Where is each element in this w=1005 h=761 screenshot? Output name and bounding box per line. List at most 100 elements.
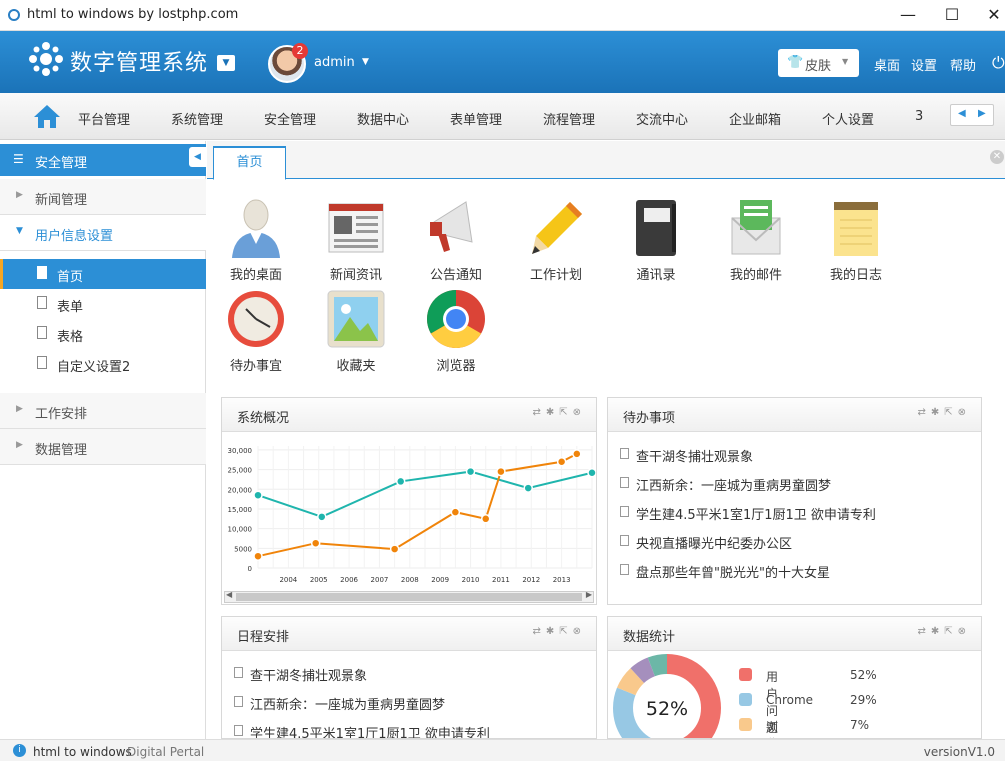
legend-name: Chrome xyxy=(766,693,814,707)
version-label: versionV1.0 xyxy=(923,745,995,759)
minimize-button[interactable]: — xyxy=(893,4,923,26)
app-work-plan[interactable]: 工作计划 xyxy=(511,198,601,288)
sidebar-item-form[interactable]: 表单 xyxy=(0,289,206,319)
overview-panel: 系统概况 ⇄✱⇱⊗ 0 5000 10,000 15,000 20,000 25,000 3… xyxy=(221,397,597,605)
todo-item-text: 学生建4.5平米1室1厅1厨1卫 欲申请专利 xyxy=(636,508,876,523)
username[interactable]: admin xyxy=(314,55,355,70)
nav-item-mail[interactable]: 企业邮箱 xyxy=(729,109,781,128)
header-link-settings[interactable]: 设置 xyxy=(911,55,937,74)
skin-label: 皮肤 xyxy=(805,59,832,74)
stats-panel: 数据统计 ⇄✱⇱⊗ 52% 用户问题 52% Chrome 29% 浏览器 7% xyxy=(607,616,982,739)
schedule-item-text: 查干湖冬捕壮观景象 xyxy=(250,669,368,684)
app-notice[interactable]: 公告通知 xyxy=(411,198,501,288)
panel-tool-icons[interactable]: ⇄✱⇱⊗ xyxy=(532,626,586,637)
skin-button[interactable]: 👕 皮肤 ▼ xyxy=(778,49,859,77)
home-icon[interactable] xyxy=(33,103,61,129)
app-label: 我的邮件 xyxy=(729,268,782,283)
todo-panel: 待办事项 ⇄✱⇱⊗ 查干湖冬捕壮观景象 江西新余：一座城为重病男童圆梦 学生建4… xyxy=(607,397,982,605)
app-browser[interactable]: 浏览器 xyxy=(411,289,501,379)
donut-center-label: 52% xyxy=(646,698,688,720)
sidebar-group-label: 用户信息设置 xyxy=(35,229,114,244)
nav-item-platform[interactable]: 平台管理 xyxy=(78,109,130,128)
app-contacts[interactable]: 通讯录 xyxy=(611,198,701,288)
app-label: 新闻资讯 xyxy=(329,268,382,283)
nav-item-security[interactable]: 安全管理 xyxy=(264,109,316,128)
nav-item-system[interactable]: 系统管理 xyxy=(171,109,223,128)
document-icon xyxy=(620,535,629,546)
clock-icon xyxy=(228,291,284,347)
sidebar-item-label: 自定义设置2 xyxy=(57,360,131,375)
close-button[interactable]: ✕ xyxy=(979,4,1005,26)
sidebar-group-user-info[interactable]: ▼ 用户信息设置 xyxy=(0,215,206,251)
sidebar-group-label: 新闻管理 xyxy=(35,193,88,208)
sidebar-title: 安全管理 xyxy=(35,156,88,171)
data-point xyxy=(556,456,567,467)
sidebar-item-label: 表单 xyxy=(57,300,84,315)
sidebar-item-table[interactable]: 表格 xyxy=(0,319,206,349)
app-my-mail[interactable]: 我的邮件 xyxy=(711,198,801,288)
chevron-right-icon[interactable]: ▶ xyxy=(978,108,986,119)
nav-item-overflow[interactable]: 3 xyxy=(915,109,923,124)
scrollbar-thumb[interactable] xyxy=(236,593,582,601)
window-title: html to windows by lostphp.com xyxy=(27,7,239,22)
nav-item-forms[interactable]: 表单管理 xyxy=(450,109,502,128)
sidebar-item-custom[interactable]: 自定义设置2 xyxy=(0,349,206,379)
maximize-button[interactable]: ☐ xyxy=(937,4,967,26)
legend-name: 浏览器 xyxy=(766,720,779,738)
legend-value: 7% xyxy=(850,718,870,732)
sidebar-item-home[interactable]: 首页 xyxy=(0,259,206,289)
nav-item-communication[interactable]: 交流中心 xyxy=(636,109,688,128)
app-my-desktop[interactable]: 我的桌面 xyxy=(211,198,301,288)
nav-item-personal[interactable]: 个人设置 xyxy=(822,109,874,128)
power-icon[interactable]: ⏻ xyxy=(992,53,1005,73)
brand-logo-icon xyxy=(29,42,63,76)
panel-title: 系统概况 xyxy=(237,411,290,426)
close-tab-icon[interactable]: ✕ xyxy=(990,150,1004,164)
donut-chart: 52% xyxy=(613,654,721,738)
chevron-down-icon: ▼ xyxy=(842,57,849,66)
data-point xyxy=(480,514,491,524)
person-icon xyxy=(232,199,280,258)
schedule-item-text: 江西新余：一座城为重病男童圆梦 xyxy=(250,698,446,713)
app-todo[interactable]: 待办事宜 xyxy=(211,289,301,379)
panel-tool-icons[interactable]: ⇄✱⇱⊗ xyxy=(917,407,971,418)
chart-scrollbar[interactable]: ◀ ▶ xyxy=(224,590,594,603)
tab-home[interactable]: 首页 xyxy=(213,146,286,180)
panel-tool-icons[interactable]: ⇄✱⇱⊗ xyxy=(532,407,586,418)
sidebar-group-data[interactable]: ▶ 数据管理 xyxy=(0,429,206,465)
nav-item-data-center[interactable]: 数据中心 xyxy=(357,109,409,128)
nav-item-workflow[interactable]: 流程管理 xyxy=(543,109,595,128)
sidebar-group-news[interactable]: ▶ 新闻管理 xyxy=(0,179,206,215)
chevron-down-icon[interactable]: ▼ xyxy=(362,57,369,67)
data-point xyxy=(450,507,461,517)
app-news[interactable]: 新闻资讯 xyxy=(311,198,401,288)
x-tick-label: 2004 xyxy=(279,576,297,584)
data-point xyxy=(253,490,263,500)
chevron-left-icon[interactable]: ◀ xyxy=(958,108,966,119)
info-icon: i xyxy=(13,744,26,757)
chevron-left-icon[interactable]: ◀ xyxy=(226,590,232,599)
chevron-right-icon[interactable]: ▶ xyxy=(586,590,592,599)
app-my-diary[interactable]: 我的日志 xyxy=(811,198,901,288)
x-tick-label: 2008 xyxy=(401,576,419,584)
app-window-icon xyxy=(8,9,20,21)
panel-header: 数据统计 ⇄✱⇱⊗ xyxy=(608,617,981,651)
y-tick-label: 30,000 xyxy=(228,447,253,455)
document-icon xyxy=(37,326,47,339)
sidebar-group-work[interactable]: ▶ 工作安排 xyxy=(0,393,206,429)
legend-value: 29% xyxy=(850,693,877,707)
sidebar: ☰ 安全管理 ◀ ▶ 新闻管理 ▼ 用户信息设置 首页 表单 表格 自定义设置2… xyxy=(0,141,206,739)
data-point xyxy=(572,449,582,459)
brand-dropdown-button[interactable]: ▼ xyxy=(217,55,235,71)
header-link-help[interactable]: 帮助 xyxy=(950,55,976,74)
data-point xyxy=(523,483,533,493)
status-product: Digital Pertal xyxy=(127,745,205,759)
legend-value: 52% xyxy=(850,668,877,682)
panel-title: 数据统计 xyxy=(623,630,676,645)
sidebar-collapse-button[interactable]: ◀ xyxy=(189,147,206,167)
app-favorites[interactable]: 收藏夹 xyxy=(311,289,401,379)
header-link-desktop[interactable]: 桌面 xyxy=(874,55,900,74)
nav-scroll-arrows: ◀ ▶ xyxy=(950,104,994,126)
panel-tool-icons[interactable]: ⇄✱⇱⊗ xyxy=(917,626,971,637)
data-point xyxy=(317,512,327,522)
